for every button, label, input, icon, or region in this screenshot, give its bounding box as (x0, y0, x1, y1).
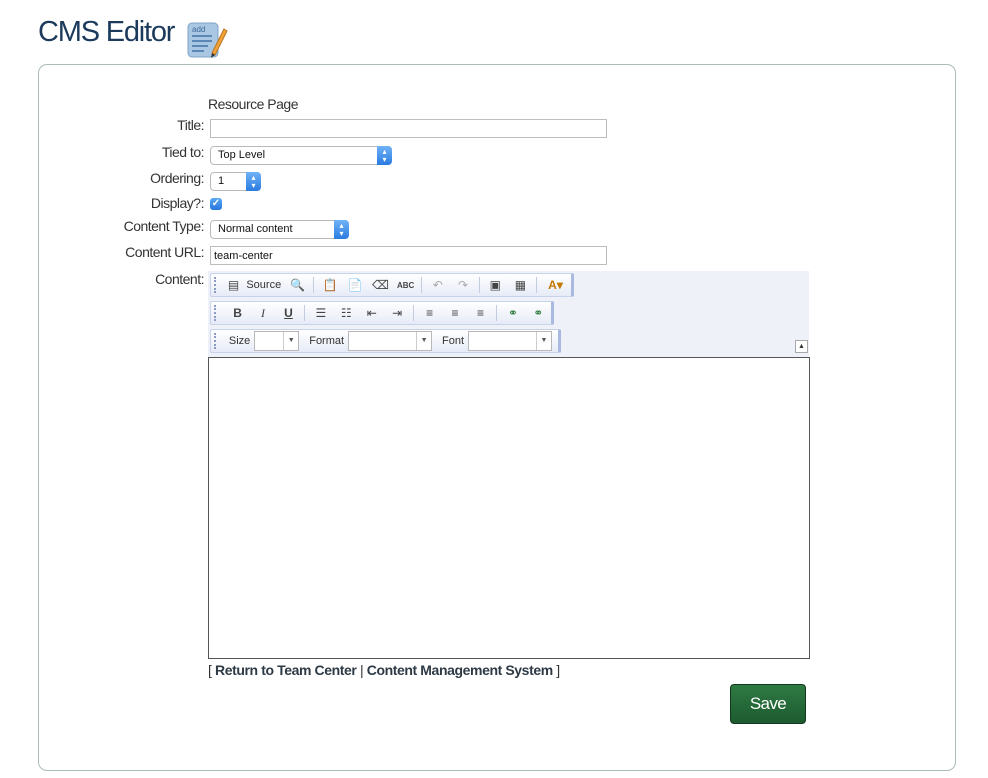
ordering-value: 1 (218, 175, 225, 187)
bold-icon[interactable]: B (227, 303, 248, 323)
dropdown-arrow-icon: ▼ (416, 332, 431, 350)
link-icon[interactable]: ⚭ (502, 303, 523, 323)
source-button[interactable]: Source (246, 279, 281, 291)
bracket: [ (208, 662, 212, 678)
display-label: Display?: (150, 195, 205, 211)
redo-icon[interactable]: ↷ (452, 275, 473, 295)
toolbar-row-3: Size ▼ Format ▼ Font ▼ (210, 329, 561, 353)
toolbar-row-2: B I U ☰ ☷ ⇤ ⇥ ≡ ≡ ≡ ⚭ ⚭ (210, 301, 554, 325)
paste-word-icon[interactable]: 📄 (345, 275, 366, 295)
align-center-icon[interactable]: ≡ (444, 303, 465, 323)
collapse-toolbar-icon[interactable]: ▲ (795, 340, 808, 353)
toolbar-grip[interactable] (214, 277, 221, 293)
save-button[interactable]: Save (730, 684, 806, 724)
format-combo[interactable]: ▼ (348, 331, 433, 351)
section-heading: Resource Page (208, 96, 299, 112)
align-right-icon[interactable]: ≡ (470, 303, 491, 323)
select-arrows-icon: ▴ ▾ (377, 146, 392, 165)
icon-label: add (192, 25, 205, 34)
undo-icon[interactable]: ↶ (427, 275, 448, 295)
link-separator: | (359, 662, 364, 678)
text-color-icon[interactable]: A▾ (542, 275, 569, 295)
indent-icon[interactable]: ⇥ (386, 303, 407, 323)
toolbar-grip[interactable] (214, 333, 221, 349)
eraser-icon[interactable]: ⌫ (370, 275, 391, 295)
tied-to-value: Top Level (218, 149, 266, 161)
spellcheck-icon[interactable]: ABC (395, 275, 416, 295)
tied-to-select[interactable]: Top Level ▴ ▾ (210, 146, 392, 165)
content-label: Content: (155, 271, 204, 287)
content-management-system-link[interactable]: Content Management System (367, 662, 553, 678)
content-type-value: Normal content (218, 223, 293, 235)
paste-icon[interactable]: 📋 (319, 275, 340, 295)
bracket: ] (556, 662, 560, 678)
image-icon[interactable]: ▣ (485, 275, 506, 295)
align-left-icon[interactable]: ≡ (419, 303, 440, 323)
format-label: Format (309, 335, 345, 347)
content-url-label: Content URL: (125, 244, 204, 260)
italic-icon[interactable]: I (252, 303, 273, 323)
outdent-icon[interactable]: ⇤ (361, 303, 382, 323)
font-combo[interactable]: ▼ (468, 331, 553, 351)
return-to-team-center-link[interactable]: Return to Team Center (215, 662, 357, 678)
size-label: Size (228, 335, 251, 347)
preview-icon[interactable]: 🔍 (287, 275, 308, 295)
size-combo[interactable]: ▼ (254, 331, 300, 351)
font-label: Font (442, 335, 465, 347)
toolbar-row-1: ▤ Source 🔍 📋 📄 ⌫ ABC ↶ ↷ ▣ ▦ A▾ (210, 273, 574, 297)
table-icon[interactable]: ▦ (510, 275, 531, 295)
content-url-input[interactable] (210, 246, 607, 265)
display-checkbox[interactable]: ✓ (210, 198, 222, 210)
source-icon[interactable]: ▤ (227, 275, 241, 295)
content-type-label: Content Type: (123, 218, 205, 234)
numbered-list-icon[interactable]: ☰ (310, 303, 331, 323)
content-type-select[interactable]: Normal content ▴ ▾ (210, 220, 349, 239)
dropdown-arrow-icon: ▼ (283, 332, 298, 350)
ordering-select[interactable]: 1 ▴ ▾ (210, 172, 261, 191)
ordering-label: Ordering: (150, 170, 204, 186)
page-title: CMS Editor (38, 16, 175, 48)
dropdown-arrow-icon: ▼ (536, 332, 551, 350)
footer-links: [ Return to Team Center | Content Manage… (208, 662, 560, 678)
toolbar-grip[interactable] (214, 305, 221, 321)
unlink-icon[interactable]: ⚭ (528, 303, 549, 323)
title-label: Title: (177, 117, 204, 133)
select-arrows-icon: ▴ ▾ (334, 220, 349, 239)
notepad-pencil-icon: add (187, 22, 228, 58)
select-arrows-icon: ▴ ▾ (246, 172, 261, 191)
tied-to-label: Tied to: (161, 144, 205, 160)
bullet-list-icon[interactable]: ☷ (336, 303, 357, 323)
underline-icon[interactable]: U (278, 303, 299, 323)
content-editor[interactable] (208, 357, 810, 659)
title-input[interactable] (210, 119, 607, 138)
